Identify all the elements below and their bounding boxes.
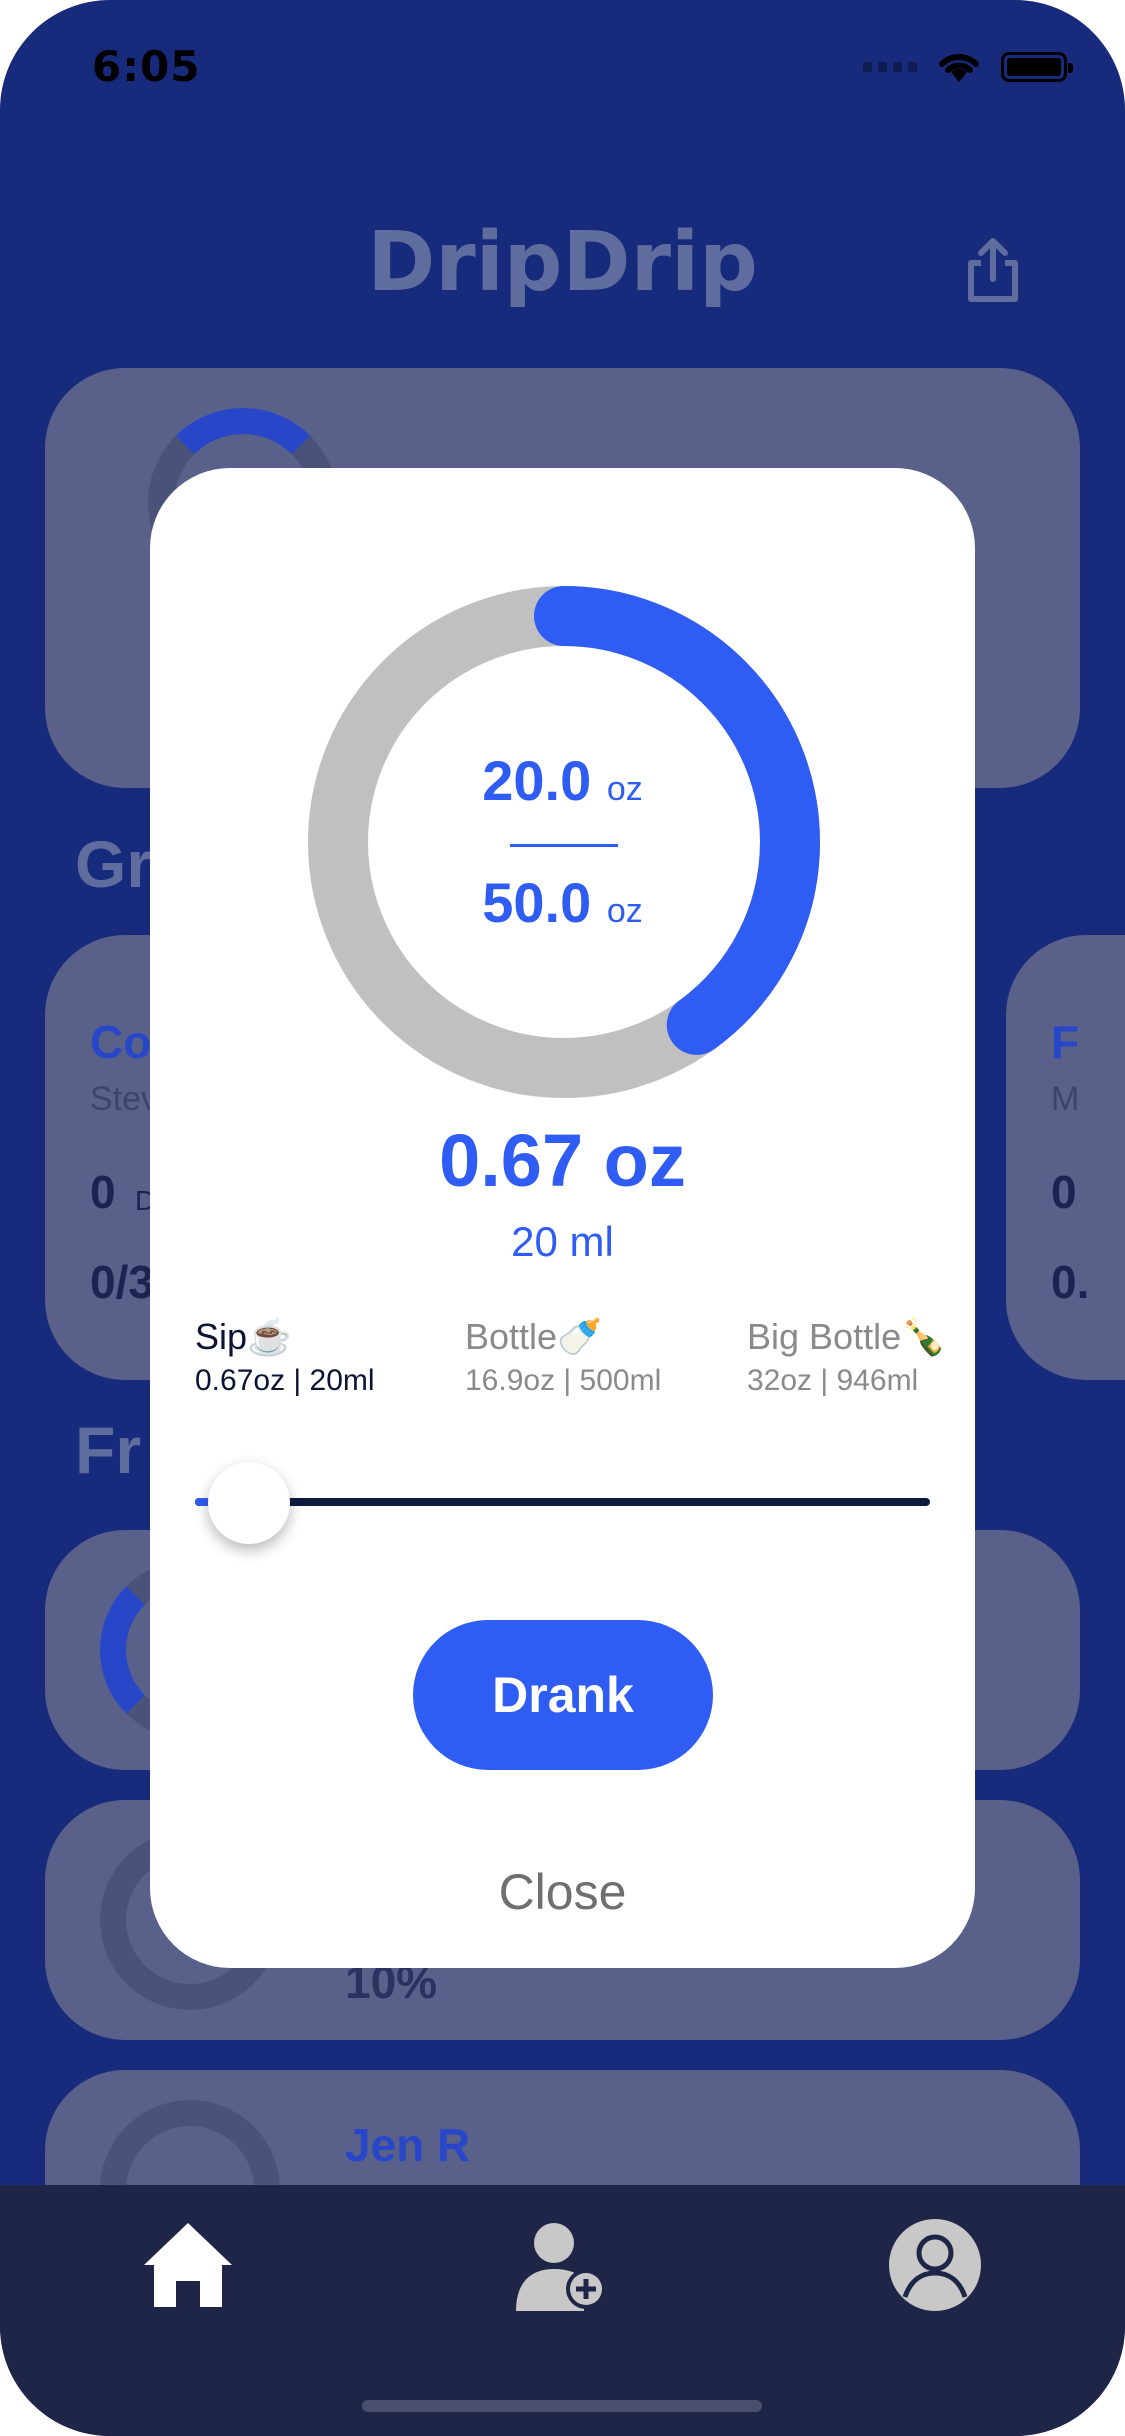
home-indicator: [362, 2400, 762, 2412]
progress-current-unit: oz: [606, 770, 643, 808]
group-count: 0: [1051, 1166, 1077, 1218]
app-screen: 6:05 DripDrip Gr Co Stev 0 D 0/3 F M 0 0…: [0, 0, 1125, 2436]
app-title: DripDrip: [367, 215, 758, 310]
progress-divider: [510, 844, 618, 847]
option-label: Bottle🍼: [465, 1316, 602, 1357]
option-bottle[interactable]: Bottle🍼 16.9oz | 500ml: [465, 1316, 661, 1398]
group-subtitle: Stev: [90, 1080, 159, 1118]
progress-goal-unit: oz: [606, 892, 643, 930]
close-button[interactable]: Close: [150, 1863, 975, 1921]
status-icons: [863, 50, 1073, 84]
friend-name: Jen R: [345, 2119, 471, 2171]
progress-current: 20.0 oz: [150, 748, 975, 813]
group-ratio: 0.: [1051, 1256, 1090, 1308]
group-count: 0: [90, 1166, 116, 1218]
option-sub: 0.67oz | 20ml: [195, 1364, 375, 1397]
option-sub: 32oz | 946ml: [747, 1364, 919, 1397]
profile-icon[interactable]: [885, 2215, 985, 2315]
share-icon[interactable]: [963, 235, 1023, 305]
option-label: Big Bottle🍾: [747, 1316, 946, 1357]
option-label: Sip☕️: [195, 1316, 292, 1357]
group-subtitle: M: [1051, 1080, 1080, 1118]
group-ratio: 0/3: [90, 1256, 154, 1308]
drank-button[interactable]: Drank: [413, 1620, 713, 1770]
group-title: Co: [90, 1016, 152, 1068]
group-card-right: F M 0 0.: [1006, 935, 1125, 1380]
group-title: F: [1051, 1016, 1080, 1068]
option-big-bottle[interactable]: Big Bottle🍾 32oz | 946ml: [747, 1316, 946, 1398]
option-sub: 16.9oz | 500ml: [465, 1364, 662, 1397]
cellular-signal-icon: [863, 62, 917, 72]
groups-heading: Gr: [75, 827, 153, 901]
progress-goal-value: 50.0: [482, 871, 592, 934]
option-sip[interactable]: Sip☕️ 0.67oz | 20ml: [195, 1316, 375, 1398]
friends-heading: Fr: [75, 1413, 141, 1487]
home-icon[interactable]: [138, 2215, 238, 2315]
amount-slider-thumb[interactable]: [208, 1462, 290, 1544]
drink-modal: 20.0 oz 50.0 oz 0.67 oz 20 ml Sip☕️ 0.67…: [150, 468, 975, 1968]
selected-amount: 0.67 oz: [439, 1119, 686, 1202]
add-friend-icon[interactable]: [512, 2215, 612, 2315]
progress-goal: 50.0 oz: [150, 870, 975, 935]
status-time: 6:05: [92, 42, 201, 91]
selected-amount-ml: 20 ml: [511, 1218, 614, 1265]
wifi-icon: [939, 53, 979, 82]
amount-slider-track[interactable]: [195, 1498, 930, 1506]
progress-donut: [308, 586, 820, 1098]
battery-icon: [1001, 52, 1073, 82]
progress-current-value: 20.0: [482, 749, 592, 812]
